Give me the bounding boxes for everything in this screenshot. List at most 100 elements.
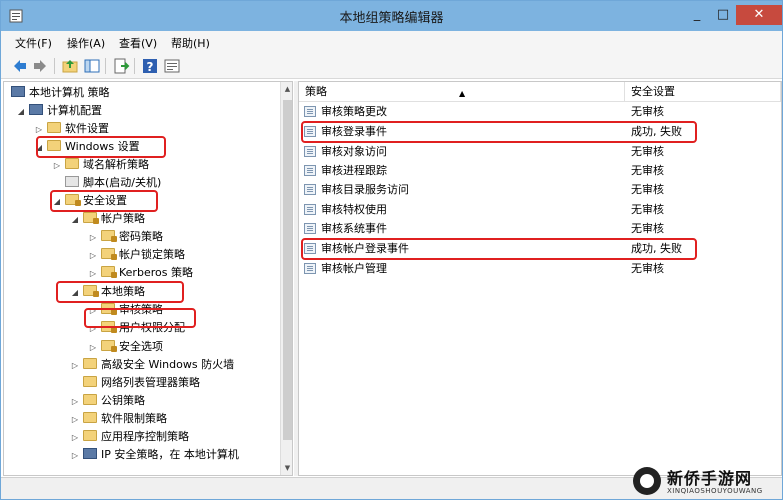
svg-text:?: ? — [147, 60, 154, 74]
scrollbar-thumb[interactable] — [283, 100, 292, 440]
forward-arrow-icon[interactable] — [31, 57, 49, 75]
policy-row[interactable]: 审核帐户管理 无审核 — [299, 259, 781, 278]
group-policy-editor-window: 本地组策略编辑器 _ □ ✕ 文件(F) 操作(A) 查看(V) 帮助(H) ?… — [0, 0, 783, 500]
window-title: 本地组策略编辑器 — [339, 11, 444, 26]
close-button[interactable]: ✕ — [736, 5, 782, 25]
folder-icon — [83, 394, 97, 405]
policy-value: 无审核 — [631, 164, 664, 177]
site-logo-icon — [633, 467, 661, 495]
toolbar-separator — [54, 58, 55, 74]
lock-folder-icon — [101, 230, 117, 242]
expand-arrow-icon[interactable]: ◢ — [70, 211, 80, 229]
expand-arrow-icon[interactable]: ▷ — [70, 357, 80, 375]
tree-item-security-options[interactable]: ▷ 安全选项 — [88, 338, 163, 356]
folder-icon — [83, 358, 97, 369]
policy-icon — [304, 106, 316, 117]
expand-arrow-icon[interactable]: ▷ — [52, 157, 62, 175]
tree-item-name-resolution-policy[interactable]: ▷ 域名解析策略 — [52, 156, 149, 174]
policy-name: 审核目录服务访问 — [321, 183, 409, 196]
tree-item-computer-configuration[interactable]: ◢ 计算机配置 — [16, 102, 102, 120]
highlight-audit-policy — [84, 308, 196, 328]
highlight-audit-account-logon-events — [301, 238, 697, 260]
tree-item-public-key-policies[interactable]: ▷ 公钥策略 — [70, 392, 145, 410]
policy-value: 无审核 — [631, 222, 664, 235]
computer-icon — [11, 86, 25, 97]
tree-item-network-list-manager[interactable]: 网络列表管理器策略 — [70, 374, 200, 392]
show-hide-tree-icon[interactable] — [83, 57, 101, 75]
column-header-policy[interactable]: 策略 ▲ — [299, 82, 625, 102]
sort-ascending-icon: ▲ — [459, 89, 466, 98]
menu-bar: 文件(F) 操作(A) 查看(V) 帮助(H) — [1, 31, 782, 53]
expand-arrow-icon[interactable]: ▷ — [70, 429, 80, 447]
menu-view[interactable]: 查看(V) — [119, 35, 157, 51]
highlight-security-settings — [50, 190, 158, 212]
tree-item-software-restriction[interactable]: ▷ 软件限制策略 — [70, 410, 167, 428]
tree-item-local-computer-policy[interactable]: 本地计算机 策略 — [8, 84, 110, 102]
folder-icon — [65, 158, 79, 169]
policy-row[interactable]: 审核策略更改 无审核 — [299, 102, 781, 121]
back-arrow-icon[interactable] — [11, 57, 29, 75]
tree-vertical-scrollbar[interactable]: ▲ ▼ — [280, 82, 292, 475]
maximize-button[interactable]: □ — [710, 5, 736, 25]
policy-icon — [304, 165, 316, 176]
tree-item-account-policies[interactable]: ◢ 帐户策略 — [70, 210, 145, 228]
tree-item-password-policy[interactable]: ▷ 密码策略 — [88, 228, 163, 246]
minimize-button[interactable]: _ — [684, 5, 710, 25]
expand-arrow-icon[interactable]: ▷ — [70, 447, 80, 465]
policy-name: 审核对象访问 — [321, 145, 387, 158]
expand-arrow-icon[interactable]: ▷ — [70, 393, 80, 411]
policy-value: 无审核 — [631, 183, 664, 196]
policy-icon — [304, 146, 316, 157]
toolbar: ? — [1, 53, 782, 79]
tree-item-application-control[interactable]: ▷ 应用程序控制策略 — [70, 428, 189, 446]
policy-row[interactable]: 审核进程跟踪 无审核 — [299, 161, 781, 180]
expand-arrow-icon[interactable]: ▷ — [88, 247, 98, 265]
lock-folder-icon — [101, 340, 117, 352]
tree-pane[interactable]: 本地计算机 策略 ◢ 计算机配置 ▷ 软件设置 ◢ Windows 设置 ▷ 域名解析策… — [3, 81, 293, 476]
highlight-audit-logon-events — [301, 121, 697, 143]
folder-icon — [47, 122, 61, 133]
help-icon[interactable]: ? — [141, 57, 159, 75]
details-pane: 策略 ▲ 安全设置 审核策略更改 无审核 审核登录事件 成功, 失败 审核对象访… — [298, 81, 782, 476]
folder-icon — [83, 412, 97, 423]
expand-arrow-icon[interactable]: ▷ — [70, 411, 80, 429]
computer-icon — [29, 104, 43, 115]
site-watermark: 新侨手游网 XINQIAOSHOUYOUWANG — [633, 463, 781, 499]
policy-name: 审核进程跟踪 — [321, 164, 387, 177]
policy-name: 审核策略更改 — [321, 105, 387, 118]
lock-folder-icon — [101, 248, 117, 260]
policy-row[interactable]: 审核目录服务访问 无审核 — [299, 180, 781, 199]
column-header-security-setting[interactable]: 安全设置 — [625, 82, 781, 102]
policy-icon — [304, 223, 316, 234]
up-folder-icon[interactable] — [61, 57, 79, 75]
policy-value: 无审核 — [631, 145, 664, 158]
title-bar[interactable]: 本地组策略编辑器 _ □ ✕ — [1, 1, 782, 31]
expand-arrow-icon[interactable]: ▷ — [88, 339, 98, 357]
scroll-down-icon[interactable]: ▼ — [281, 461, 292, 475]
menu-action[interactable]: 操作(A) — [67, 35, 105, 51]
policy-value: 无审核 — [631, 203, 664, 216]
policy-row[interactable]: 审核系统事件 无审核 — [299, 219, 781, 238]
export-list-icon[interactable] — [112, 57, 130, 75]
policy-row[interactable]: 审核对象访问 无审核 — [299, 142, 781, 161]
lock-folder-icon — [101, 266, 117, 278]
tree-item-account-lockout-policy[interactable]: ▷ 帐户锁定策略 — [88, 246, 185, 264]
properties-icon[interactable] — [163, 57, 181, 75]
toolbar-separator — [105, 58, 106, 74]
policy-icon — [304, 204, 316, 215]
tree-item-kerberos-policy[interactable]: ▷ Kerberos 策略 — [88, 264, 193, 282]
tree-item-ip-security-policies[interactable]: ▷ IP 安全策略，在 本地计算机 — [70, 446, 239, 464]
menu-help[interactable]: 帮助(H) — [171, 35, 210, 51]
watermark-name: 新侨手游网 — [667, 469, 753, 488]
policy-row[interactable]: 审核特权使用 无审核 — [299, 200, 781, 219]
menu-file[interactable]: 文件(F) — [15, 35, 52, 51]
policy-icon — [304, 184, 316, 195]
ip-security-icon — [83, 448, 97, 459]
expand-arrow-icon[interactable]: ▷ — [88, 229, 98, 247]
scroll-up-icon[interactable]: ▲ — [281, 82, 292, 96]
folder-icon — [83, 430, 97, 441]
expand-arrow-icon[interactable]: ◢ — [16, 103, 26, 121]
tree-item-windows-firewall[interactable]: ▷ 高级安全 Windows 防火墙 — [70, 356, 234, 374]
policy-icon — [304, 263, 316, 274]
policy-name: 审核系统事件 — [321, 222, 387, 235]
